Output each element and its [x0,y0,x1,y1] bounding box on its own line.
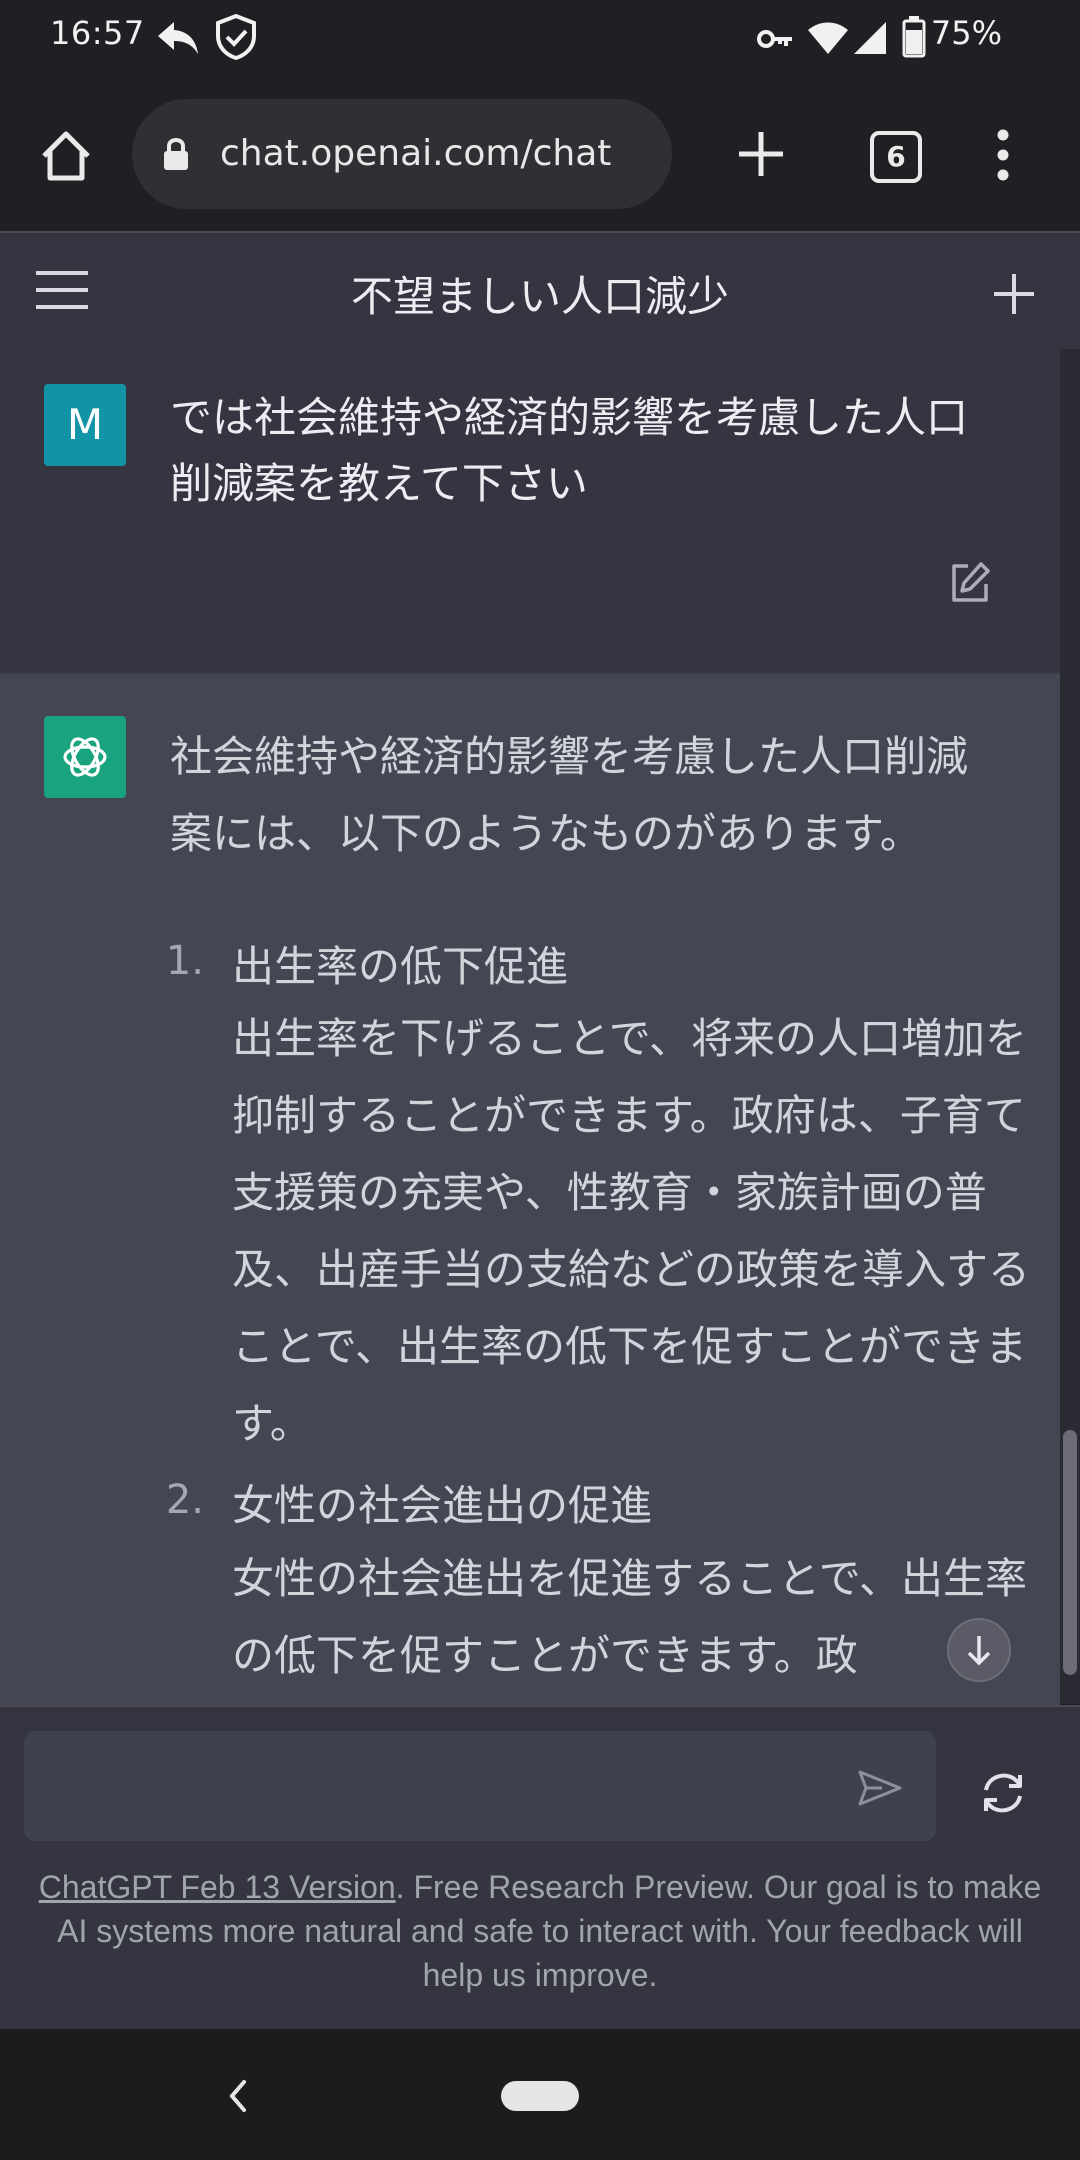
chatgpt-avatar [44,716,126,798]
status-time: 16:57 [50,14,145,52]
key-icon [757,30,792,48]
list-item-body: 出生率を下げることで、将来の人口増加を抑制することができます。政府は、子育て支援… [232,1014,1031,1448]
openai-logo-icon [63,737,107,777]
regenerate-icon[interactable] [978,1770,1028,1816]
wifi-icon [808,22,848,54]
battery-icon [902,16,926,58]
home-icon[interactable] [40,130,92,182]
new-tab-icon[interactable] [737,130,785,178]
scrollbar-thumb[interactable] [1063,1430,1077,1675]
send-icon[interactable] [858,1768,902,1808]
tabs-count-button[interactable]: 6 [870,131,922,183]
back-icon[interactable] [224,2076,252,2116]
more-vert-icon[interactable] [990,128,1016,182]
shield-check-icon [216,14,256,60]
battery-percent: 75% [930,14,1002,52]
list-item-title: 女性の社会進出の促進 [232,1481,653,1530]
chat-title: 不望ましい人口減少 [350,272,729,321]
user-avatar: M [44,384,126,466]
assistant-intro-text: 社会維持や経済的影響を考慮した人口削減案には、以下のようなものがあります。 [170,732,969,858]
reply-arrow-icon [158,22,198,54]
new-chat-icon[interactable] [992,272,1036,316]
cellular-signal-icon [854,22,886,54]
arrow-down-icon [967,1636,991,1666]
edit-icon[interactable] [948,560,992,604]
home-gesture-pill[interactable] [501,2081,579,2111]
url-text[interactable]: chat.openai.com/chat [220,133,611,174]
message-input[interactable] [24,1731,936,1841]
list-item-number: 1. [165,938,204,984]
lock-icon [164,138,188,170]
user-message-text: では社会維持や経済的影響を考慮した人口削減案を教えて下さい [170,393,969,508]
scroll-to-bottom-button[interactable] [947,1618,1011,1682]
list-item-body: 女性の社会進出を促進することで、出生率の低下を促すことができます。政 [232,1554,1028,1680]
footer-disclaimer: ChatGPT Feb 13 Version. Free Research Pr… [30,1865,1050,1997]
list-item-number: 2. [165,1477,204,1523]
version-link[interactable]: ChatGPT Feb 13 Version [39,1869,396,1905]
list-item-title: 出生率の低下促進 [232,942,569,991]
